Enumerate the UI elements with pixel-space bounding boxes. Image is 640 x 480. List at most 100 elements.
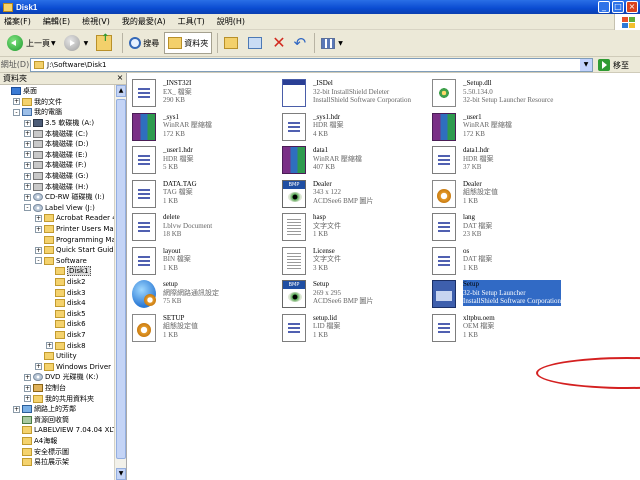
win-file-icon [282,79,306,107]
tree-item[interactable]: 安全標示圖 [13,446,69,457]
move-to-button[interactable] [221,32,243,54]
expand-icon[interactable]: + [24,183,31,191]
file-details: _user1 WinRAR 壓縮檔 172 KB [463,113,512,139]
views-button[interactable]: ▼ [318,32,346,54]
tree-item[interactable]: + Quick Start Guide [35,245,118,256]
tree-item[interactable]: + 本機磁碟 (H:) [24,181,88,192]
title-bar[interactable]: Disk1 _ □ × [0,0,640,14]
copy-to-button[interactable] [245,32,267,54]
collapse-icon[interactable]: - [35,257,42,265]
scroll-down-icon[interactable]: ▼ [116,468,126,480]
expand-icon[interactable]: + [24,395,31,403]
tree-item[interactable]: + 本機磁碟 (E:) [24,150,87,161]
forward-button[interactable]: ▼ [61,32,92,54]
menu-favorites[interactable]: 我的最愛(A) [122,16,166,27]
doc-file-icon [132,213,156,241]
drive-icon [33,161,43,170]
file-info: InstallShield Software Corporation [313,96,411,105]
folders-button[interactable]: 資料夾 [164,32,213,54]
maximize-button[interactable]: □ [612,1,624,13]
scroll-up-icon[interactable]: ▲ [116,85,126,97]
tree-item[interactable]: A4海報 [13,436,57,447]
tree-item[interactable]: + 控制台 [24,383,66,394]
collapse-icon[interactable]: - [24,204,31,212]
expand-icon[interactable]: + [13,405,20,413]
delete-button[interactable]: ✕ [269,32,288,54]
expand-icon[interactable]: + [24,119,31,127]
expand-icon[interactable]: + [24,151,31,159]
doc-file-icon [432,213,456,241]
undo-button[interactable]: ↶ [291,32,310,54]
tree-item[interactable]: + Windows Driver [35,362,111,373]
address-input[interactable]: J:\Software\Disk1 ▼ [30,58,593,72]
file-item[interactable]: setup.lid LID 檔案 1 KB [278,311,428,351]
tree-item[interactable]: + 本機磁碟 (F:) [24,160,87,171]
chevron-down-icon[interactable]: ▼ [580,59,592,71]
menu-edit[interactable]: 編輯(E) [43,16,70,27]
tree-item[interactable]: + 本機磁碟 (D:) [24,139,88,150]
folder-tree-scrollbar[interactable]: ▲ ▼ [114,85,126,480]
menu-file[interactable]: 檔案(F) [4,16,31,27]
expand-icon[interactable]: + [35,225,42,233]
search-button[interactable]: 搜尋 [126,32,162,54]
close-button[interactable]: × [626,1,638,13]
tree-item[interactable]: + 本機磁碟 (C:) [24,128,88,139]
menu-help[interactable]: 說明(H) [217,16,245,27]
tree-item[interactable]: disk3 [46,287,86,298]
scrollbar-thumb[interactable] [116,99,126,459]
tree-item[interactable]: + 我的文件 [13,97,62,108]
expand-icon[interactable]: + [24,140,31,148]
expand-icon[interactable]: + [24,384,31,392]
expand-icon[interactable]: + [35,363,42,371]
tree-item[interactable]: - Software [35,256,87,267]
tree-item[interactable]: + 我的共用資料夾 [24,393,94,404]
collapse-icon[interactable]: - [13,108,20,116]
expand-icon[interactable]: + [24,373,31,381]
expand-icon[interactable]: + [35,214,42,222]
tree-item-label: A4海報 [34,437,58,446]
expand-icon[interactable]: + [46,342,53,350]
expand-icon[interactable]: + [24,130,31,138]
expand-icon[interactable]: + [24,172,31,180]
go-button[interactable]: 移至 [598,59,629,71]
minimize-button[interactable]: _ [598,1,610,13]
expand-icon[interactable]: + [24,161,31,169]
file-name: SETUP [163,313,185,322]
file-item[interactable]: SETUP 組態設定值 1 KB [128,311,278,351]
tree-item[interactable]: disk5 [46,309,86,320]
up-folder-button[interactable]: ↑ [93,32,117,54]
tree-item[interactable]: disk4 [46,298,86,309]
file-item[interactable]: xltpbu.oem OEM 檔案 1 KB [428,311,578,351]
file-info: 172 KB [163,129,185,138]
back-button[interactable]: 上一頁 ▼ [4,32,59,54]
tree-item[interactable]: - Label View (J:) [24,203,95,214]
tree-item[interactable]: 桌面 [2,86,37,97]
expand-icon[interactable]: + [13,98,20,106]
tree-item[interactable]: disk2 [46,277,86,288]
tree-item[interactable]: + CD-RW 磁碟機 (I:) [24,192,105,203]
tree-item[interactable]: + 本機磁碟 (G:) [24,171,88,182]
tree-item[interactable]: - 我的電腦 [13,107,62,118]
tree-item[interactable]: +3.5 軟碟機 (A:) [24,118,94,129]
tree-item[interactable]: disk6 [46,319,86,330]
tree-item[interactable]: 資源回收筒 [13,415,69,426]
tree-item[interactable]: + Acrobat Reader 4 [35,213,117,224]
expand-icon[interactable]: + [24,193,31,201]
menu-view[interactable]: 檢視(V) [82,16,110,27]
tree-item[interactable]: + disk8 [46,340,86,351]
tree-item[interactable]: Utility [35,351,77,362]
tree-item[interactable]: disk7 [46,330,86,341]
tree-item[interactable]: LABELVIEW 7.04.04 XLT+ [13,425,122,436]
close-pane-button[interactable]: × [115,73,125,82]
tree-item[interactable]: + 網路上的芳鄰 [13,404,76,415]
expand-icon[interactable]: + [35,246,42,254]
tree-item[interactable]: + DVD 光碟機 (K:) [24,372,98,383]
setup-file-icon [432,280,456,308]
file-type: OEM 檔案 [463,322,495,331]
tree-item[interactable]: Disk1 [46,266,91,277]
menu-tools[interactable]: 工具(T) [178,16,205,27]
tree-item[interactable]: 易拉展示架 [13,457,69,468]
file-details: data1.hdr HDR 檔案 37 KB [463,146,494,172]
